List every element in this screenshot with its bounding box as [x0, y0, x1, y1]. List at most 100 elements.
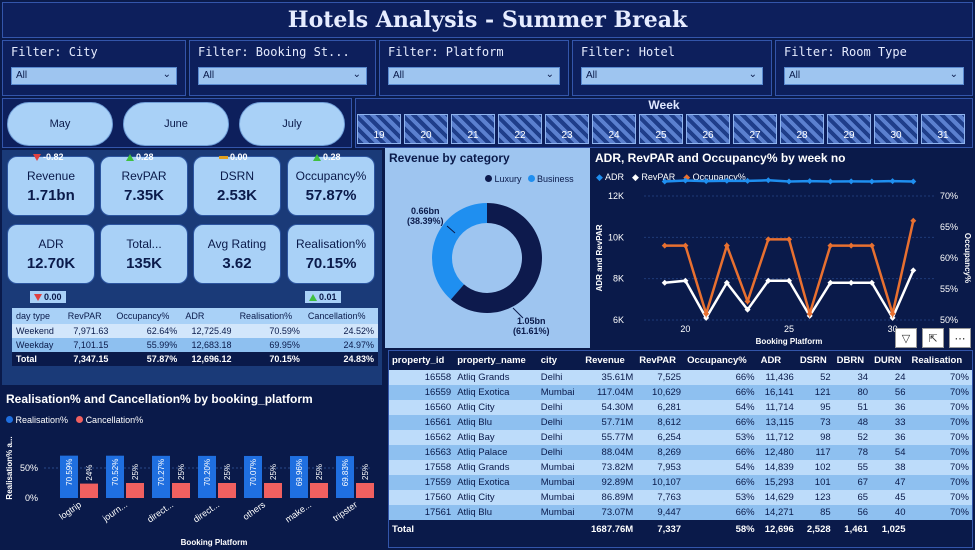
- platform-dropdown[interactable]: All ⌄: [388, 67, 560, 85]
- table-row[interactable]: 17558 Atliq Grands Mumbai 73.82M 7,953 54% 14,…: [389, 460, 972, 475]
- adr-marker[interactable]: [661, 178, 668, 185]
- table-cell: 58%: [684, 520, 758, 537]
- column-header[interactable]: Cancellation%: [303, 308, 378, 324]
- column-header[interactable]: day type: [12, 308, 64, 324]
- week-button-31[interactable]: 31: [921, 114, 965, 144]
- down-arrow-icon: [33, 153, 41, 161]
- week-button-22[interactable]: 22: [498, 114, 542, 144]
- column-header[interactable]: ADR: [757, 351, 797, 370]
- table-row[interactable]: 16558 Atliq Grands Delhi 35.61M 7,525 66% 11,4…: [389, 370, 972, 385]
- occupancy-marker[interactable]: [682, 242, 689, 249]
- adr-marker[interactable]: [744, 177, 751, 184]
- table-cell: Atliq City: [454, 400, 538, 415]
- filter-icon[interactable]: ▽: [895, 328, 917, 348]
- cancellation-bar[interactable]: [80, 483, 98, 498]
- column-header[interactable]: Realisation: [908, 351, 972, 370]
- table-cell: 70%: [908, 370, 972, 385]
- occupancy-line[interactable]: [664, 220, 915, 319]
- column-header[interactable]: property_id: [389, 351, 455, 370]
- week-button-26[interactable]: 26: [686, 114, 730, 144]
- column-header[interactable]: Realisation%: [235, 308, 304, 324]
- week-button-29[interactable]: 29: [827, 114, 871, 144]
- table-cell: 102: [796, 460, 834, 475]
- table-cell: Mumbai: [537, 505, 583, 520]
- table-row[interactable]: 16562 Atliq Bay Delhi 55.77M 6,254 53% 11,712 9…: [389, 430, 972, 445]
- occupancy-marker[interactable]: [848, 242, 855, 249]
- booking-status-dropdown[interactable]: All ⌄: [198, 67, 367, 85]
- cancellation-bar[interactable]: [172, 483, 190, 498]
- month-button-may[interactable]: May: [7, 102, 113, 146]
- occupancy-marker[interactable]: [910, 217, 917, 224]
- table-cell: 11,714: [757, 400, 797, 415]
- cancellation-bar[interactable]: [126, 483, 144, 498]
- hotel-dropdown[interactable]: All ⌄: [581, 67, 763, 85]
- city-dropdown[interactable]: All ⌄: [11, 67, 177, 85]
- adr-marker[interactable]: [910, 178, 917, 185]
- column-header[interactable]: DBRN: [833, 351, 872, 370]
- column-header[interactable]: city: [537, 351, 583, 370]
- adr-marker[interactable]: [703, 178, 710, 185]
- column-header[interactable]: DSRN: [796, 351, 834, 370]
- month-button-july[interactable]: July: [239, 102, 345, 146]
- column-header[interactable]: Occupancy%: [112, 308, 182, 324]
- table-cell: 66%: [684, 370, 758, 385]
- column-header[interactable]: Revenue: [582, 351, 637, 370]
- table-row[interactable]: Weekend 7,971.63 62.64% 12,725.49 70.59% 24.5…: [12, 324, 378, 338]
- column-header[interactable]: RevPAR: [636, 351, 685, 370]
- table-row[interactable]: 16560 Atliq City Delhi 54.30M 6,281 54% 11,714…: [389, 400, 972, 415]
- column-header[interactable]: ADR: [181, 308, 236, 324]
- month-button-june[interactable]: June: [123, 102, 229, 146]
- table-cell: Weekend: [12, 324, 64, 338]
- table-row[interactable]: 16561 Atliq Blu Delhi 57.71M 8,612 66% 13,115 7…: [389, 415, 972, 430]
- occupancy-marker[interactable]: [786, 236, 792, 243]
- week-button-25[interactable]: 25: [639, 114, 683, 144]
- property-table-panel: property_id property_name city Revenue RevPA…: [388, 350, 973, 548]
- revpar-marker[interactable]: [848, 279, 855, 286]
- revpar-line[interactable]: [664, 269, 915, 321]
- adr-marker[interactable]: [786, 178, 792, 185]
- revpar-marker[interactable]: [661, 279, 668, 286]
- filter-room-type: Filter: Room Type All ⌄: [775, 40, 973, 96]
- column-header[interactable]: Occupancy%: [684, 351, 758, 370]
- column-header[interactable]: property_name: [454, 351, 538, 370]
- column-header[interactable]: RevPAR: [63, 308, 113, 324]
- table-row[interactable]: 17560 Atliq City Mumbai 86.89M 7,763 53% 14,62…: [389, 490, 972, 505]
- adr-marker[interactable]: [868, 178, 875, 185]
- week-button-23[interactable]: 23: [545, 114, 589, 144]
- occupancy-marker[interactable]: [827, 242, 834, 249]
- table-row[interactable]: 17561 Atliq Blu Mumbai 73.07M 9,447 66% 14,271…: [389, 505, 972, 520]
- table-cell: 70.15%: [235, 352, 304, 366]
- column-header[interactable]: DURN: [871, 351, 909, 370]
- adr-marker[interactable]: [806, 178, 813, 185]
- adr-marker[interactable]: [682, 177, 689, 184]
- table-cell: Total: [12, 352, 64, 366]
- occupancy-marker[interactable]: [661, 242, 668, 249]
- adr-marker[interactable]: [765, 177, 772, 184]
- y-right-tick-label: 60%: [940, 253, 958, 263]
- table-cell: [537, 520, 583, 537]
- week-button-27[interactable]: 27: [733, 114, 777, 144]
- table-row[interactable]: Weekday 7,101.15 55.99% 12,683.18 69.95% 24.9…: [12, 338, 378, 352]
- week-button-28[interactable]: 28: [780, 114, 824, 144]
- more-options-icon[interactable]: ⋯: [949, 328, 971, 348]
- table-row[interactable]: 17559 Atliq Exotica Mumbai 92.89M 10,107 66% 1…: [389, 475, 972, 490]
- week-button-21[interactable]: 21: [451, 114, 495, 144]
- cancellation-bar[interactable]: [264, 483, 282, 498]
- table-row[interactable]: 16559 Atliq Exotica Mumbai 117.04M 10,629 66%…: [389, 385, 972, 400]
- occupancy-marker[interactable]: [868, 242, 875, 249]
- occupancy-marker[interactable]: [765, 236, 772, 243]
- adr-marker[interactable]: [848, 178, 855, 185]
- week-button-30[interactable]: 30: [874, 114, 918, 144]
- cancellation-bar[interactable]: [218, 483, 236, 498]
- adr-marker[interactable]: [723, 177, 730, 184]
- table-row[interactable]: 16563 Atliq Palace Delhi 88.04M 8,269 66% 12,4…: [389, 445, 972, 460]
- adr-marker[interactable]: [889, 178, 896, 185]
- week-button-24[interactable]: 24: [592, 114, 636, 144]
- adr-marker[interactable]: [827, 178, 834, 185]
- room-type-dropdown[interactable]: All ⌄: [784, 67, 964, 85]
- week-button-19[interactable]: 19: [357, 114, 401, 144]
- cancellation-bar[interactable]: [310, 483, 328, 498]
- week-button-20[interactable]: 20: [404, 114, 448, 144]
- focus-mode-icon[interactable]: ⇱: [922, 328, 944, 348]
- cancellation-bar[interactable]: [356, 483, 374, 498]
